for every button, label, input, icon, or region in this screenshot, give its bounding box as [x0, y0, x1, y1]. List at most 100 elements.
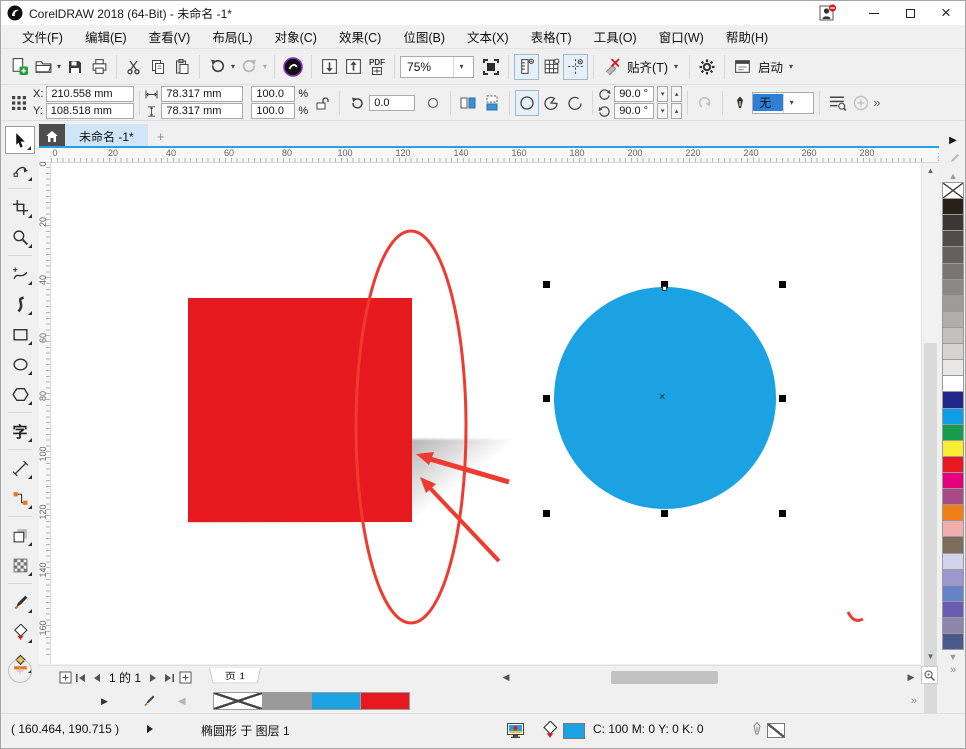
pick-tool[interactable] — [5, 126, 35, 154]
document-navigator-button[interactable] — [921, 666, 938, 684]
palette-color-swatch[interactable] — [942, 488, 964, 505]
menu-layout[interactable]: 布局(L) — [201, 24, 263, 49]
doc-palette-color-swatch[interactable] — [311, 692, 361, 710]
palette-color-swatch[interactable] — [942, 279, 964, 296]
display-monitor-icon[interactable] — [506, 721, 525, 740]
palette-color-swatch[interactable] — [942, 343, 964, 360]
palette-color-swatch[interactable] — [942, 359, 964, 376]
propbar-overflow-chevron[interactable]: » — [873, 95, 880, 110]
polygon-tool[interactable] — [5, 380, 35, 408]
lock-ratio-button[interactable] — [310, 90, 334, 116]
start-angle-up[interactable]: ▴ — [671, 86, 682, 102]
menu-tools[interactable]: 工具(O) — [583, 24, 648, 49]
drawing-canvas[interactable]: × — [51, 163, 923, 664]
redo-button[interactable] — [237, 54, 261, 80]
snap-to-button[interactable]: 贴齐(T)▾ — [623, 54, 684, 80]
doc-palette-eyedropper-icon[interactable] — [142, 694, 156, 708]
zoom-level-combo[interactable]: 75% ▾ — [400, 56, 474, 78]
add-page-after-button[interactable] — [177, 669, 193, 687]
transparency-tool[interactable] — [5, 551, 35, 579]
palette-color-swatch[interactable] — [942, 408, 964, 425]
show-rulers-button[interactable] — [514, 54, 539, 80]
parallel-dimension-tool[interactable] — [5, 454, 35, 482]
doc-palette-no-color-swatch[interactable] — [213, 692, 263, 710]
freehand-tool[interactable] — [5, 260, 35, 288]
palette-color-swatch[interactable] — [942, 585, 964, 602]
end-angle-up[interactable]: ▴ — [671, 103, 682, 119]
interactive-fill-tool[interactable] — [5, 618, 35, 646]
scroll-down-arrow[interactable]: ▼ — [922, 649, 939, 664]
palette-color-swatch[interactable] — [942, 198, 964, 215]
selection-handle-bottom-right[interactable] — [779, 510, 786, 517]
doc-palette-color-swatch[interactable] — [360, 692, 410, 710]
palette-color-swatch[interactable] — [942, 230, 964, 247]
menu-view[interactable]: 查看(V) — [138, 24, 202, 49]
palette-color-swatch[interactable] — [942, 375, 964, 392]
selection-handle-middle-left[interactable] — [543, 395, 550, 402]
palette-color-swatch[interactable] — [942, 601, 964, 618]
crop-tool[interactable] — [5, 193, 35, 221]
new-tab-button[interactable]: + — [148, 124, 174, 148]
red-square-shape[interactable] — [188, 298, 412, 522]
palette-no-color-swatch[interactable] — [942, 182, 964, 199]
arc-mode-button[interactable] — [563, 90, 587, 116]
last-page-button[interactable] — [161, 669, 177, 687]
palette-scroll-down[interactable]: ▼ — [949, 650, 958, 664]
menu-bitmaps[interactable]: 位图(B) — [392, 24, 456, 49]
cut-button[interactable] — [122, 54, 146, 80]
scale-x-field[interactable]: 100.0 — [251, 86, 295, 102]
y-position-field[interactable]: 108.518 mm — [46, 103, 134, 119]
zoom-tool[interactable] — [5, 223, 35, 251]
pie-mode-button[interactable] — [539, 90, 563, 116]
first-page-button[interactable] — [73, 669, 89, 687]
selection-handle-bottom-left[interactable] — [543, 510, 550, 517]
new-document-button[interactable] — [7, 54, 31, 80]
artistic-media-tool[interactable] — [5, 290, 35, 318]
palette-color-swatch[interactable] — [942, 440, 964, 457]
minimize-button[interactable] — [857, 2, 891, 24]
copy-button[interactable] — [146, 54, 170, 80]
welcome-screen-button[interactable] — [280, 54, 306, 80]
palette-scroll-up[interactable]: ▲ — [949, 169, 958, 183]
selection-handle-bottom-center[interactable] — [661, 510, 668, 517]
drop-shadow-tool[interactable] — [5, 521, 35, 549]
menu-table[interactable]: 表格(T) — [520, 24, 583, 49]
zoom-level-dropdown[interactable]: ▾ — [453, 57, 469, 77]
color-eyedropper-tool[interactable] — [5, 588, 35, 616]
palette-color-swatch[interactable] — [942, 311, 964, 328]
palette-color-swatch[interactable] — [942, 553, 964, 570]
start-angle-down[interactable]: ▾ — [657, 86, 668, 102]
change-direction-button[interactable] — [693, 90, 717, 116]
menu-object[interactable]: 对象(C) — [264, 24, 328, 49]
vertical-ruler[interactable]: 020406080100120140160 — [37, 163, 51, 664]
scroll-right-arrow[interactable]: ▶ — [904, 669, 918, 686]
selection-handle-top-right[interactable] — [779, 281, 786, 288]
end-angle-down[interactable]: ▾ — [657, 103, 668, 119]
object-width-field[interactable]: 78.317 mm — [161, 86, 243, 102]
vertical-scroll-thumb[interactable] — [924, 343, 937, 749]
menu-text[interactable]: 文本(X) — [456, 24, 520, 49]
page-1-tab[interactable]: 页 1 — [209, 668, 261, 683]
publish-pdf-button[interactable]: PDF — [365, 54, 389, 80]
rotation-center-button[interactable] — [421, 90, 445, 116]
menu-edit[interactable]: 编辑(E) — [74, 24, 138, 49]
text-wrap-button[interactable] — [825, 90, 849, 116]
palette-color-swatch[interactable] — [942, 246, 964, 263]
start-angle-field[interactable]: 90.0 ° — [614, 86, 654, 102]
horizontal-scroll-thumb[interactable] — [611, 671, 718, 684]
scroll-left-arrow[interactable]: ◀ — [499, 669, 513, 686]
options-gear-button[interactable] — [695, 54, 719, 80]
palette-color-swatch[interactable] — [942, 456, 964, 473]
palette-color-swatch[interactable] — [942, 617, 964, 634]
x-position-field[interactable]: 210.558 mm — [46, 86, 134, 102]
snap-off-button[interactable] — [599, 54, 623, 80]
palette-color-swatch[interactable] — [942, 504, 964, 521]
launch-button[interactable]: 启动▾ — [754, 54, 799, 80]
open-dropdown[interactable]: ▾ — [55, 62, 63, 71]
rotation-angle-field[interactable]: 0.0 — [369, 95, 415, 111]
mirror-vertical-button[interactable] — [480, 90, 504, 116]
palette-eyedropper-icon[interactable] — [947, 149, 960, 169]
rectangle-tool[interactable] — [5, 320, 35, 348]
object-height-field[interactable]: 78.317 mm — [161, 103, 243, 119]
status-flyout-arrow[interactable] — [146, 724, 154, 734]
